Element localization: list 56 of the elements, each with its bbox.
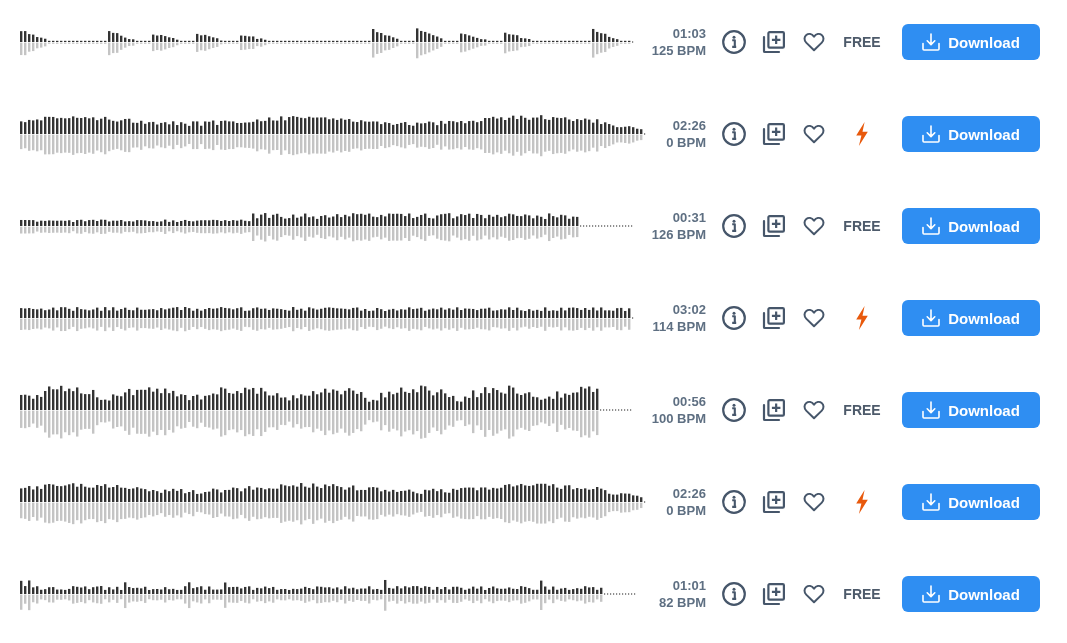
lightning-icon [855,306,869,330]
info-icon[interactable] [722,582,746,606]
free-label: FREE [843,586,881,602]
bpm-text: 82 BPM [658,594,706,611]
info-icon[interactable] [722,398,746,422]
stacked-plus-icon[interactable] [762,306,786,330]
lightning-icon [855,490,869,514]
heart-icon[interactable] [802,582,826,606]
heart-icon[interactable] [802,214,826,238]
duration-text: 02:26 [671,485,706,502]
download-button[interactable]: Download [902,208,1040,244]
download-button[interactable]: Download [902,300,1040,336]
heart-icon[interactable] [802,30,826,54]
stacked-plus-icon[interactable] [762,30,786,54]
heart-icon[interactable] [802,306,826,330]
stacked-plus-icon[interactable] [762,122,786,146]
stacked-plus-icon[interactable] [762,214,786,238]
stacked-plus-icon[interactable] [762,398,786,422]
stacked-plus-icon[interactable] [762,490,786,514]
bpm-text: 114 BPM [651,318,706,335]
info-icon[interactable] [722,122,746,146]
duration-text: 03:02 [671,301,706,318]
bpm-text: 0 BPM [665,134,706,151]
info-icon[interactable] [722,30,746,54]
duration-text: 02:26 [671,117,706,134]
free-label: FREE [843,218,881,234]
info-icon[interactable] [722,306,746,330]
download-button[interactable]: Download [902,392,1040,428]
info-icon[interactable] [722,490,746,514]
download-button[interactable]: Download [902,116,1040,152]
duration-text: 01:03 [671,25,706,42]
stacked-plus-icon[interactable] [762,582,786,606]
download-button[interactable]: Download [902,24,1040,60]
lightning-icon [855,122,869,146]
heart-icon[interactable] [802,398,826,422]
bpm-text: 125 BPM [650,42,706,59]
download-icon [922,401,941,419]
duration-text: 00:56 [671,393,706,410]
bpm-text: 100 BPM [650,410,706,427]
download-icon [922,125,941,143]
info-icon[interactable] [722,214,746,238]
bpm-text: 126 BPM [650,226,706,243]
free-label: FREE [843,402,881,418]
download-icon [922,493,941,511]
download-button[interactable]: Download [902,484,1040,520]
heart-icon[interactable] [802,122,826,146]
download-icon [922,585,941,603]
duration-text: 01:01 [671,577,706,594]
heart-icon[interactable] [802,490,826,514]
duration-text: 00:31 [671,209,706,226]
download-icon [922,217,941,235]
download-icon [922,309,941,327]
download-icon [922,33,941,51]
free-label: FREE [843,34,881,50]
bpm-text: 0 BPM [665,502,706,519]
download-button[interactable]: Download [902,576,1040,612]
